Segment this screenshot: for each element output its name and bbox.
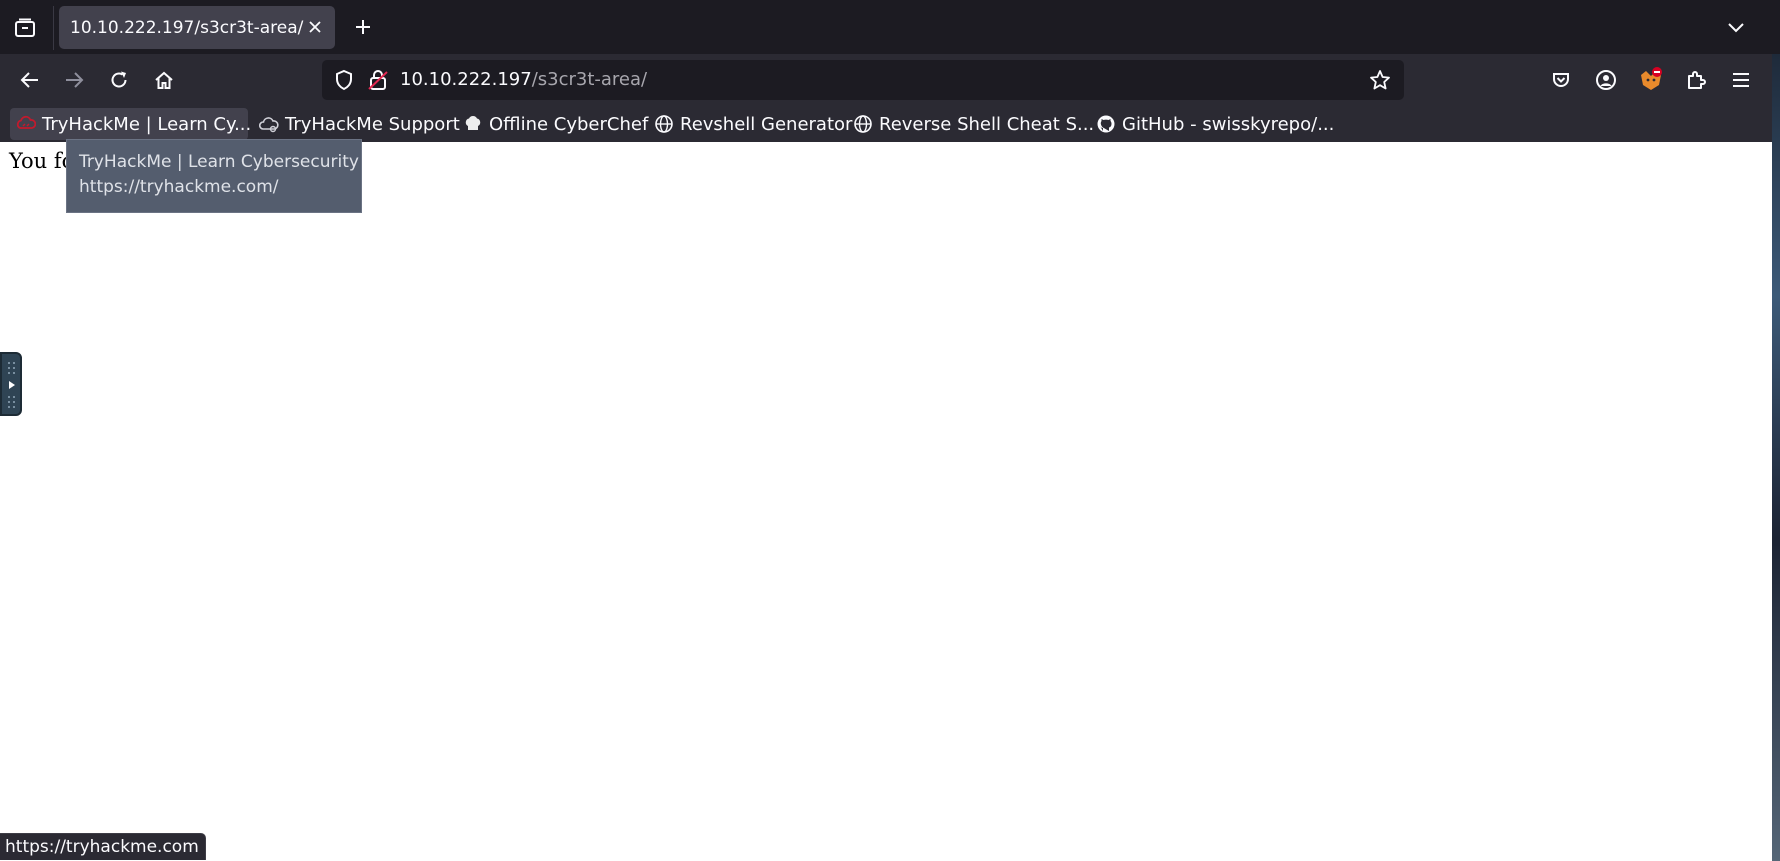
new-tab-button[interactable]	[349, 13, 377, 41]
github-icon	[1096, 114, 1116, 134]
bookmarks-toolbar: TryHackMe | Learn Cy... TryHackMe Suppor…	[0, 106, 1772, 142]
url-text: 10.10.222.197/s3cr3t-area/	[400, 69, 647, 90]
back-button[interactable]	[14, 64, 46, 96]
tab-separator	[53, 6, 54, 50]
bookmark-offline-cyberchef[interactable]: Offline CyberChef	[457, 108, 654, 140]
bookmark-label: TryHackMe | Learn Cy...	[42, 113, 252, 135]
desktop-background-edge	[1772, 54, 1780, 861]
tab-close-button[interactable]	[305, 17, 325, 37]
navigation-toolbar: 10.10.222.197/s3cr3t-area/	[0, 54, 1772, 106]
bookmark-tryhackme-support[interactable]: TryHackMe Support	[253, 108, 466, 140]
close-icon	[309, 21, 321, 33]
plus-icon	[356, 20, 370, 34]
list-all-tabs-button[interactable]	[1722, 14, 1750, 42]
bookmark-tryhackme[interactable]: TryHackMe | Learn Cy...	[10, 108, 252, 140]
bookmark-label: Offline CyberChef	[489, 113, 649, 135]
page-content: You fo	[0, 142, 1772, 861]
bookmark-label: GitHub - swisskyrepo/...	[1122, 113, 1335, 135]
star-icon	[1370, 70, 1390, 90]
url-host: 10.10.222.197	[400, 69, 532, 90]
hamburger-menu-icon	[1733, 73, 1749, 87]
status-bar-link-preview: https://tryhackme.com	[0, 833, 206, 860]
puzzle-piece-icon	[1688, 71, 1706, 89]
reload-icon	[111, 71, 127, 88]
grip-dots-icon	[8, 362, 15, 408]
tab-list-button[interactable]	[10, 15, 40, 41]
globe-icon	[853, 114, 873, 134]
url-bar[interactable]: 10.10.222.197/s3cr3t-area/	[322, 60, 1404, 100]
app-menu-button[interactable]	[1725, 64, 1757, 96]
globe-icon	[654, 114, 674, 134]
extension-foxyproxy-button[interactable]	[1635, 64, 1667, 96]
chef-hat-icon	[463, 114, 483, 134]
insecure-lock-icon	[368, 70, 388, 90]
tab-title: 10.10.222.197/s3cr3t-area/	[70, 17, 304, 38]
pocket-icon	[1553, 73, 1569, 87]
shield-icon	[336, 69, 352, 91]
fox-extension-icon	[1641, 67, 1662, 90]
chevron-down-icon	[1728, 23, 1744, 33]
tab-active[interactable]: 10.10.222.197/s3cr3t-area/	[59, 6, 335, 49]
insecure-connection-button[interactable]	[364, 66, 392, 94]
account-icon	[1596, 70, 1616, 90]
tryhackme-icon	[16, 114, 36, 134]
reload-button[interactable]	[103, 64, 135, 96]
home-button[interactable]	[148, 64, 180, 96]
bookmark-tooltip: TryHackMe | Learn Cybersecurity https://…	[66, 139, 362, 213]
cloud-icon	[259, 114, 279, 134]
tooltip-url: https://tryhackme.com/	[79, 177, 279, 197]
bookmark-github-swisskyrepo[interactable]: GitHub - swisskyrepo/...	[1090, 108, 1340, 140]
bookmark-label: Revshell Generator	[680, 113, 853, 135]
url-path: /s3cr3t-area/	[531, 69, 648, 90]
pocket-button[interactable]	[1545, 64, 1577, 96]
tracking-protection-button[interactable]	[330, 66, 358, 94]
arrow-left-icon	[20, 72, 38, 88]
bookmark-label: TryHackMe Support	[285, 113, 460, 135]
bookmark-page-button[interactable]	[1366, 66, 1394, 94]
home-icon	[155, 71, 173, 89]
tab-strip: 10.10.222.197/s3cr3t-area/	[0, 0, 1780, 54]
tooltip-title: TryHackMe | Learn Cybersecurity	[79, 152, 359, 172]
forward-button[interactable]	[58, 64, 90, 96]
account-button[interactable]	[1590, 64, 1622, 96]
bookmark-label: Reverse Shell Cheat S...	[879, 113, 1095, 135]
sidebar-handle[interactable]	[0, 352, 22, 416]
page-body-text: You fo	[9, 149, 75, 173]
tabs-list-icon	[15, 18, 35, 37]
bookmark-reverse-shell-cheat-sheet[interactable]: Reverse Shell Cheat S...	[847, 108, 1100, 140]
extensions-button[interactable]	[1680, 64, 1712, 96]
arrow-right-icon	[66, 72, 84, 88]
bookmark-revshell-generator[interactable]: Revshell Generator	[648, 108, 858, 140]
